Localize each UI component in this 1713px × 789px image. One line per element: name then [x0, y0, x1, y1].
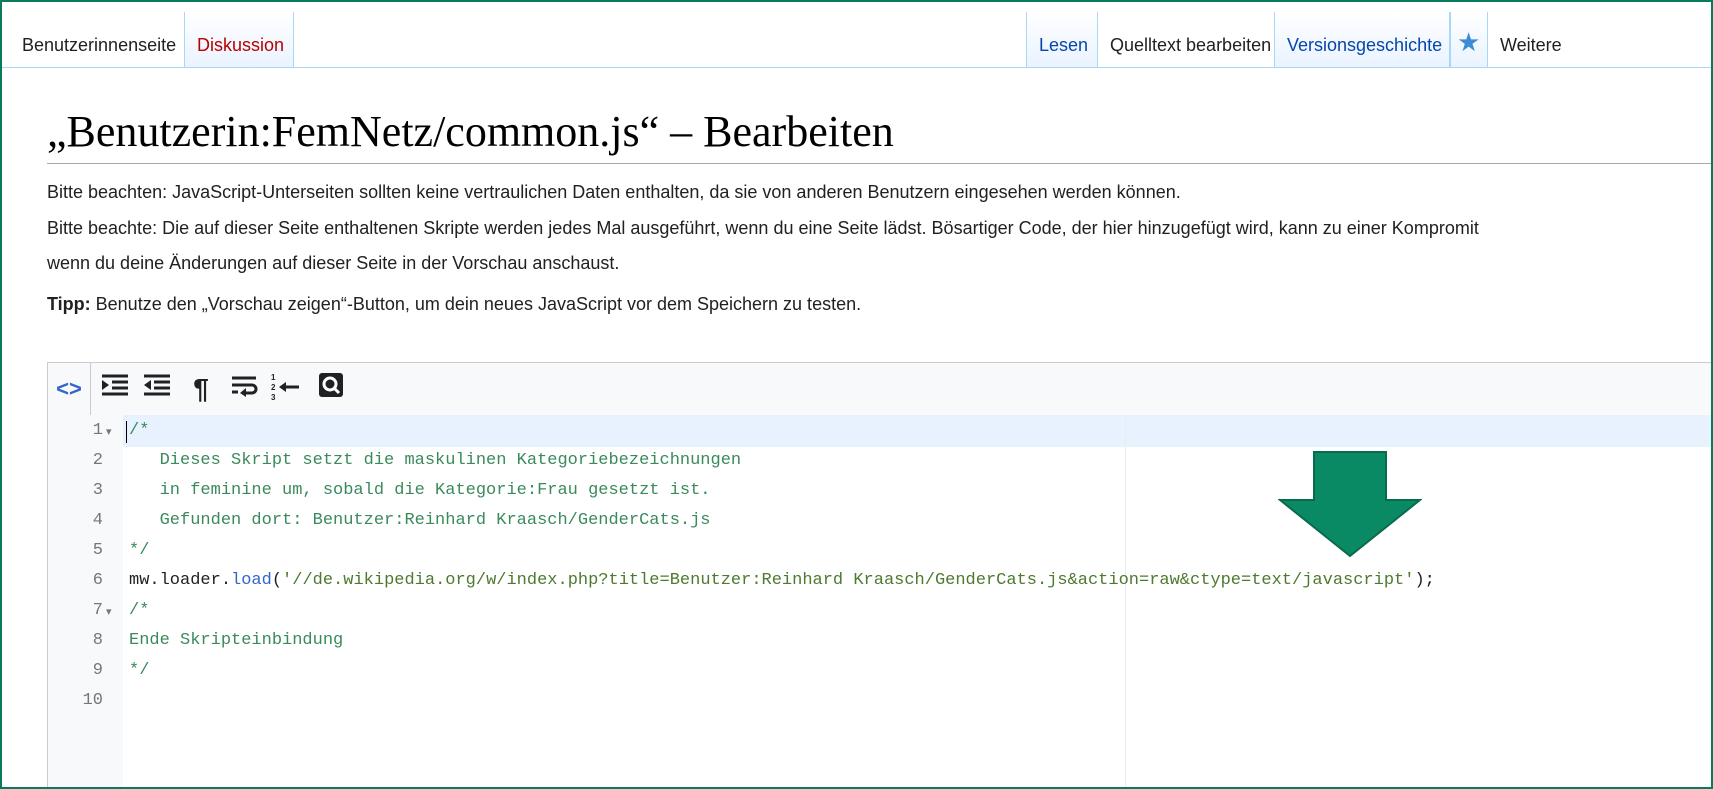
pilcrow-icon[interactable]: ¶: [184, 372, 218, 406]
code-token-method: load: [231, 571, 272, 590]
page-tabs: Benutzerinnenseite Diskussion Lesen Quel…: [2, 12, 1711, 68]
code-token-string: '//de.wikipedia.org/w/index.php?title=Be…: [282, 571, 1415, 590]
svg-text:2: 2: [271, 383, 276, 392]
tabs-baseline: [2, 67, 1711, 68]
line-number: 5: [92, 541, 103, 560]
page-title: „Benutzerin:FemNetz/common.js“ – Bearbei…: [47, 107, 894, 156]
line-number: 6: [92, 571, 103, 590]
fold-arrow-icon[interactable]: ▾: [106, 425, 112, 438]
code-line: Ende Skripteinbindung: [129, 631, 344, 650]
code-line: */: [129, 661, 150, 680]
tab-discussion-label: Diskussion: [197, 35, 285, 55]
tab-history[interactable]: Versionsgeschichte: [1274, 12, 1450, 67]
notice-scripts-line2: wenn du deine Änderungen auf dieser Seit…: [47, 253, 620, 273]
line-number: 7: [92, 601, 103, 620]
outdent-icon[interactable]: [140, 372, 174, 406]
tip-text: Tipp: Benutze den „Vorschau zeigen“-Butt…: [47, 294, 861, 315]
tab-read[interactable]: Lesen: [1026, 12, 1098, 67]
code-area[interactable]: 1 ▾ 2 3 4 5 6 7 ▾ 8 9 10 /* Dieses Skrip…: [48, 415, 1711, 787]
text-cursor: [126, 421, 127, 443]
tab-more-label: Weitere: [1500, 35, 1562, 55]
down-arrow-annotation: [1278, 451, 1422, 558]
tab-more[interactable]: Weitere: [1488, 12, 1574, 67]
svg-text:1: 1: [271, 373, 276, 382]
code-token-paren: (: [271, 571, 283, 590]
tab-user-page-label: Benutzerinnenseite: [22, 35, 177, 55]
code-toggle-icon[interactable]: <>: [52, 372, 86, 406]
tip-label: Tipp:: [47, 294, 91, 314]
search-replace-icon[interactable]: [314, 372, 348, 406]
code-token-end: );: [1414, 571, 1435, 590]
code-token-object: mw.loader.: [129, 571, 232, 590]
indent-icon[interactable]: [98, 372, 132, 406]
screenshot-frame: Benutzerinnenseite Diskussion Lesen Quel…: [0, 0, 1713, 789]
tab-history-label: Versionsgeschichte: [1287, 35, 1443, 55]
line-number: 8: [92, 631, 103, 650]
goto-line-icon[interactable]: 123: [268, 372, 302, 406]
line-number: 1: [92, 421, 103, 440]
title-divider: [47, 163, 1711, 164]
print-margin: [1125, 415, 1126, 787]
notice-scripts-line1: Bitte beachte: Die auf dieser Seite enth…: [47, 218, 1479, 238]
star-icon: ★: [1457, 27, 1481, 57]
editor-toolbar: <> ¶ 123: [48, 363, 1711, 416]
tab-discussion[interactable]: Diskussion: [184, 12, 294, 67]
tab-edit-source[interactable]: Quelltext bearbeiten: [1098, 12, 1274, 67]
svg-text:3: 3: [271, 393, 276, 402]
tab-read-label: Lesen: [1039, 35, 1089, 55]
toolbar-separator: [90, 363, 91, 415]
tab-edit-source-label: Quelltext bearbeiten: [1110, 35, 1272, 55]
line-wrap-icon[interactable]: [228, 372, 262, 406]
code-line: Gefunden dort: Benutzer:Reinhard Kraasch…: [129, 511, 711, 530]
tip-body: Benutze den „Vorschau zeigen“-Button, um…: [90, 294, 862, 314]
code-line: */: [129, 541, 150, 560]
code-line: in feminine um, sobald die Kategorie:Fra…: [129, 481, 711, 500]
line-number: 9: [92, 661, 103, 680]
notice-confidential: Bitte beachten: JavaScript-Unterseiten s…: [47, 182, 1181, 202]
active-line-highlight: [123, 415, 1711, 447]
code-line: Dieses Skript setzt die maskulinen Kateg…: [129, 451, 742, 470]
line-number: 3: [92, 481, 103, 500]
code-line: /*: [129, 601, 150, 620]
tab-user-page[interactable]: Benutzerinnenseite: [10, 12, 189, 67]
line-number: 2: [92, 451, 103, 470]
line-number: 4: [92, 511, 103, 530]
fold-arrow-icon[interactable]: ▾: [106, 605, 112, 618]
code-line: /*: [129, 421, 150, 440]
line-number: 10: [82, 691, 103, 710]
watch-star-button[interactable]: ★: [1450, 12, 1488, 67]
code-line: mw.loader.load('//de.wikipedia.org/w/ind…: [129, 571, 1435, 590]
code-editor: <> ¶ 123 1 ▾ 2 3 4 5 6 7 ▾ 8 9 10 /* Die…: [47, 362, 1711, 787]
